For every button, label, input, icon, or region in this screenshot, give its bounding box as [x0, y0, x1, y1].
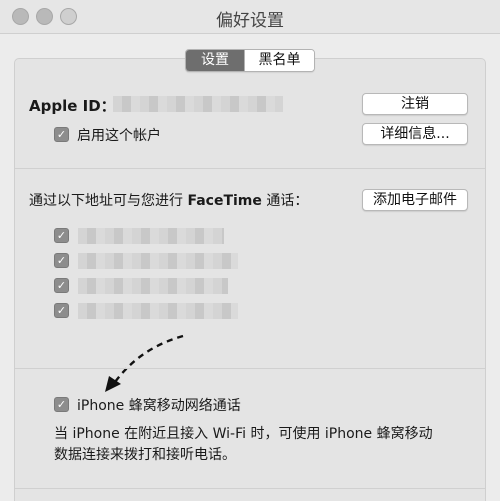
- apple-id-label: Apple ID：: [29, 97, 116, 115]
- divider: [15, 368, 485, 369]
- details-button[interactable]: 详细信息...: [362, 123, 468, 145]
- tab-settings[interactable]: 设置: [186, 50, 244, 71]
- address-checkbox-4[interactable]: ✓: [54, 303, 69, 318]
- iphone-calls-description-1: 当 iPhone 在附近且接入 Wi-Fi 时，可使用 iPhone 蜂窝移动: [54, 426, 433, 442]
- address-value-2-redacted: [78, 253, 238, 269]
- facetime-reach-prefix: 通过以下地址可与您进行: [29, 193, 183, 209]
- facetime-reach-label: 通过以下地址可与您进行 FaceTime 通话：: [29, 190, 308, 210]
- enable-account-checkbox[interactable]: ✓: [54, 127, 69, 142]
- iphone-calls-label: iPhone 蜂窝移动网络通话: [77, 398, 241, 414]
- apple-id-value-redacted: [113, 96, 283, 112]
- address-checkbox-3[interactable]: ✓: [54, 278, 69, 293]
- add-email-button[interactable]: 添加电子邮件: [362, 189, 468, 211]
- sign-out-button[interactable]: 注销: [362, 93, 468, 115]
- iphone-calls-checkbox[interactable]: ✓: [54, 397, 69, 412]
- facetime-reach-suffix: 通话：: [266, 193, 309, 209]
- address-checkbox-1[interactable]: ✓: [54, 228, 69, 243]
- iphone-calls-description-2: 数据连接来拨打和接听电话。: [54, 447, 236, 463]
- tab-bar: 设置 黑名单: [185, 49, 315, 72]
- divider: [15, 168, 485, 169]
- address-checkbox-2[interactable]: ✓: [54, 253, 69, 268]
- address-value-4-redacted: [78, 303, 238, 319]
- window-title: 偏好设置: [216, 11, 284, 31]
- address-value-3-redacted: [78, 278, 228, 294]
- enable-account-label: 启用这个帐户: [77, 128, 161, 144]
- title-bar: 偏好设置: [0, 0, 500, 34]
- divider: [15, 488, 485, 489]
- facetime-reach-bold: FaceTime: [187, 193, 262, 209]
- annotation-arrow: [105, 334, 184, 392]
- address-value-1-redacted: [78, 228, 224, 244]
- tab-blocked[interactable]: 黑名单: [244, 50, 314, 71]
